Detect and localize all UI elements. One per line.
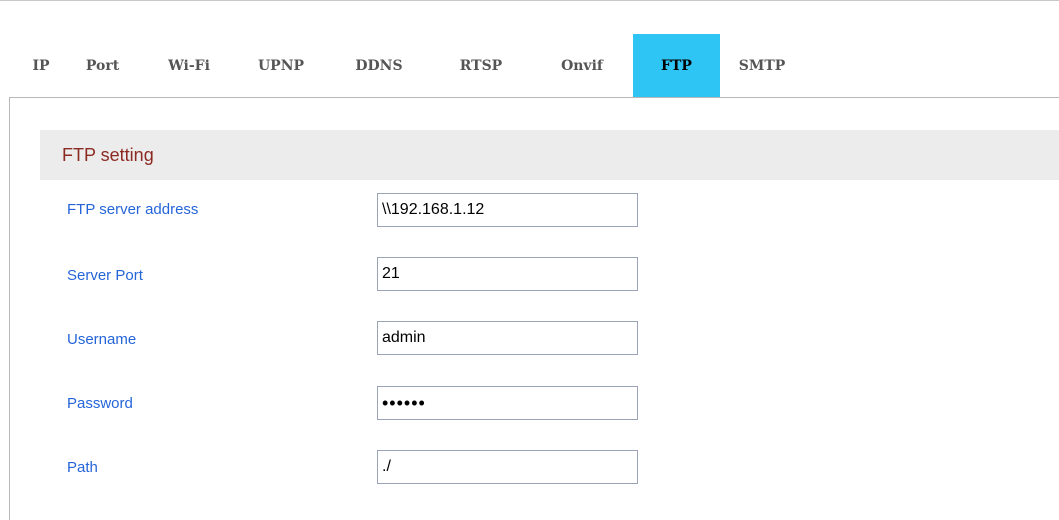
password-input[interactable] xyxy=(377,386,638,420)
settings-tab-bar: IP Port Wi-Fi UPNP DDNS RTSP Onvif FTP S… xyxy=(20,34,804,97)
path-label: Path xyxy=(67,459,98,476)
username-label: Username xyxy=(67,331,137,348)
tab-ddns[interactable]: DDNS xyxy=(327,34,431,97)
tab-ip[interactable]: IP xyxy=(20,34,62,97)
tab-upnp[interactable]: UPNP xyxy=(235,34,327,97)
tab-ftp[interactable]: FTP xyxy=(633,34,720,97)
server-port-input[interactable] xyxy=(377,257,638,291)
ftp-server-address-label: FTP server address xyxy=(67,201,199,218)
tab-smtp[interactable]: SMTP xyxy=(720,34,804,97)
tab-port[interactable]: Port xyxy=(62,34,143,97)
password-label: Password xyxy=(67,395,133,412)
tab-wifi[interactable]: Wi-Fi xyxy=(143,34,235,97)
section-header: FTP setting xyxy=(40,130,1059,180)
section-title: FTP setting xyxy=(62,144,154,165)
top-divider xyxy=(0,0,1059,1)
server-port-label: Server Port xyxy=(67,267,143,284)
ftp-server-address-input[interactable] xyxy=(377,193,638,227)
username-input[interactable] xyxy=(377,321,638,355)
ftp-settings-page: IP Port Wi-Fi UPNP DDNS RTSP Onvif FTP S… xyxy=(0,0,1059,520)
tab-rtsp[interactable]: RTSP xyxy=(431,34,531,97)
path-input[interactable] xyxy=(377,450,638,484)
tab-onvif[interactable]: Onvif xyxy=(531,34,633,97)
